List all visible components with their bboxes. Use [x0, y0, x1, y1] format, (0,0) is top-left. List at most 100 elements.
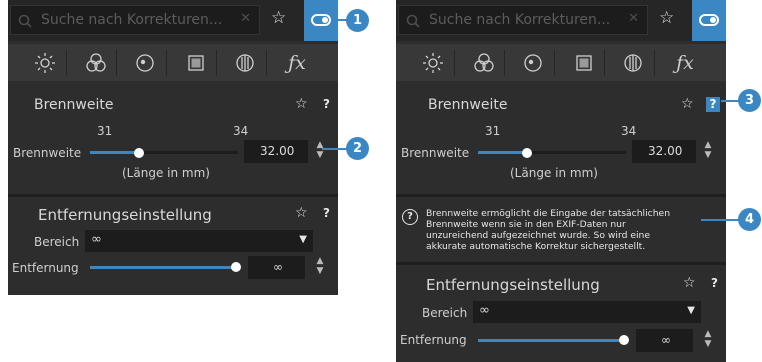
callout-1: 1 — [346, 9, 369, 32]
range-value: ∞ — [91, 232, 102, 247]
distance-slider-fill — [478, 339, 626, 342]
divider — [66, 50, 67, 76]
distance-value: ∞ — [273, 260, 283, 274]
clear-search-icon[interactable]: ✕ — [240, 11, 251, 26]
lens-dot-icon[interactable] — [520, 50, 546, 76]
divider — [266, 50, 267, 76]
value-stepper[interactable]: ▲ ▼ — [314, 256, 326, 279]
value-stepper[interactable]: ▲ ▼ — [702, 140, 714, 163]
range-label: Bereich — [422, 306, 468, 320]
distance-slider-handle[interactable] — [619, 335, 629, 345]
range-dropdown[interactable]: ∞ ▼ — [85, 230, 313, 252]
help-text-line: Brennweite wenn sie in den EXIF-Daten nu… — [426, 219, 626, 230]
callout-4: 4 — [738, 208, 761, 231]
favorite-star-icon[interactable]: ☆ — [683, 275, 696, 291]
help-icon[interactable]: ? — [323, 97, 330, 111]
help-icon[interactable]: ? — [323, 206, 330, 220]
section-title: Brennweite — [428, 97, 508, 113]
divider — [654, 50, 655, 76]
help-text-line: unzureichend aufgezeichnet wurde. So wir… — [426, 230, 651, 241]
fx-icon[interactable]: ƒx — [672, 50, 698, 76]
focal-length-slider-handle[interactable] — [134, 148, 144, 158]
lens-dot-icon[interactable] — [132, 50, 158, 76]
favorite-star-icon[interactable]: ☆ — [681, 96, 694, 112]
favorite-star-icon[interactable]: ☆ — [295, 205, 308, 221]
question-circle-icon: ? — [402, 209, 418, 225]
tool-tabs: ƒx — [396, 44, 726, 81]
divider — [396, 262, 726, 265]
search-input[interactable]: Suche nach Korrekturen... ✕ — [398, 5, 648, 35]
focal-length-slider-fill — [90, 151, 139, 154]
sun-icon[interactable] — [420, 50, 446, 76]
toggle-icon — [699, 14, 719, 26]
search-bar-row: Suche nach Korrekturen... ✕ ☆ — [8, 0, 338, 41]
search-icon — [18, 13, 32, 32]
search-placeholder: Suche nach Korrekturen... — [41, 12, 223, 28]
favorites-star-icon[interactable]: ☆ — [659, 8, 674, 28]
favorite-star-icon[interactable]: ☆ — [295, 96, 308, 112]
divider — [116, 50, 117, 76]
frame-icon[interactable] — [183, 50, 209, 76]
divider — [604, 50, 605, 76]
split-circle-icon[interactable] — [620, 50, 646, 76]
section-title: Brennweite — [34, 97, 114, 113]
search-input[interactable]: Suche nach Korrekturen... ✕ — [10, 5, 260, 35]
section-title: Entfernungseinstellung — [38, 206, 212, 224]
distance-slider-handle[interactable] — [231, 262, 241, 272]
focal-length-value-field[interactable]: 32.00 — [244, 140, 308, 163]
callout-3: 3 — [738, 89, 761, 112]
help-text-line: akkurate automatische Korrektur sicherge… — [426, 241, 646, 252]
range-label: Bereich — [34, 235, 80, 249]
toggle-switch-button[interactable] — [304, 0, 338, 41]
color-circles-icon[interactable] — [83, 50, 109, 76]
favorites-star-icon[interactable]: ☆ — [271, 8, 286, 28]
search-icon — [406, 13, 420, 32]
toggle-switch-button[interactable] — [692, 0, 726, 41]
sun-icon[interactable] — [32, 50, 58, 76]
help-text: Brennweite ermöglicht die Eingabe der ta… — [426, 208, 670, 252]
slider-max-label: 34 — [621, 124, 637, 138]
unit-caption: (Länge in mm) — [510, 166, 598, 180]
search-placeholder: Suche nach Korrekturen... — [429, 12, 611, 28]
callout-line — [701, 219, 742, 221]
tool-tabs: ƒx — [8, 44, 338, 81]
toggle-icon — [311, 14, 331, 26]
divider — [554, 50, 555, 76]
chevron-down-icon: ▼ — [299, 234, 307, 245]
help-text-line: Brennweite ermöglicht die Eingabe der ta… — [426, 208, 671, 219]
unit-caption: (Länge in mm) — [122, 166, 210, 180]
focal-length-label: Brennweite — [401, 146, 470, 160]
focal-length-value: 32.00 — [260, 144, 295, 158]
divider — [504, 50, 505, 76]
focal-length-value: 32.00 — [648, 144, 683, 158]
color-circles-icon[interactable] — [471, 50, 497, 76]
value-stepper[interactable]: ▲ ▼ — [314, 140, 326, 163]
fx-icon[interactable]: ƒx — [284, 50, 310, 76]
frame-icon[interactable] — [571, 50, 597, 76]
range-dropdown[interactable]: ∞ ▼ — [473, 301, 701, 323]
distance-value-field[interactable]: ∞ — [636, 329, 693, 352]
divider — [396, 194, 726, 197]
value-stepper[interactable]: ▲ ▼ — [702, 329, 714, 352]
slider-max-label: 34 — [233, 124, 249, 138]
clear-search-icon[interactable]: ✕ — [628, 11, 639, 26]
distance-label: Entfernung — [12, 261, 79, 275]
focal-length-label: Brennweite — [13, 146, 82, 160]
split-circle-icon[interactable] — [232, 50, 258, 76]
distance-value-field[interactable]: ∞ — [248, 256, 305, 279]
section-title: Entfernungseinstellung — [426, 276, 600, 294]
corrections-panel-left: Suche nach Korrekturen... ✕ ☆ ƒx Brennwe… — [8, 0, 338, 295]
focal-length-value-field[interactable]: 32.00 — [632, 140, 696, 163]
focal-length-slider-handle[interactable] — [522, 148, 532, 158]
corrections-panel-right: Suche nach Korrekturen... ✕ ☆ ƒx Brennwe… — [396, 0, 726, 362]
divider — [216, 50, 217, 76]
range-value: ∞ — [479, 303, 490, 318]
distance-header: Entfernungseinstellung ☆ ? — [396, 272, 726, 298]
divider — [8, 194, 338, 197]
help-icon[interactable]: ? — [706, 97, 720, 112]
search-bar-row: Suche nach Korrekturen... ✕ ☆ — [396, 0, 726, 41]
help-icon[interactable]: ? — [711, 276, 718, 290]
slider-min-label: 31 — [485, 124, 501, 138]
callout-2: 2 — [346, 137, 369, 160]
distance-label: Entfernung — [400, 333, 467, 347]
